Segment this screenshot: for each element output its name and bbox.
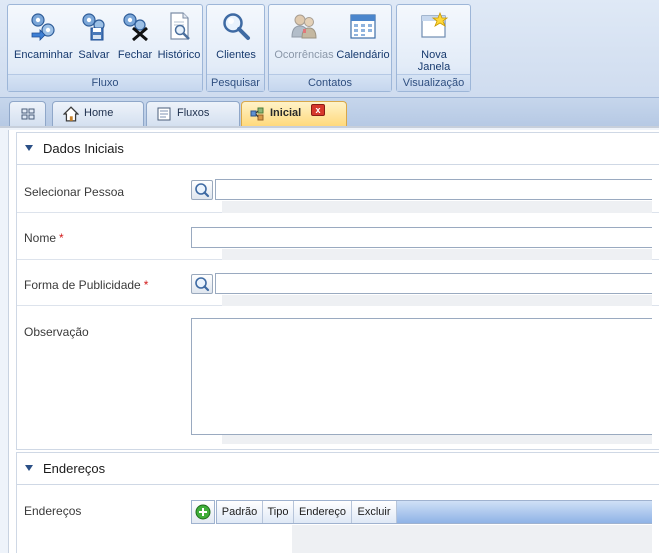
tab-home-label: Home	[84, 107, 114, 119]
ribbon-group-visualizacao: Nova Janela Visualização	[396, 4, 471, 92]
tab-grid[interactable]	[9, 101, 46, 126]
panel-header-dados-iniciais[interactable]: Dados Iniciais	[17, 133, 659, 165]
ocorrencias-label: Ocorrências	[274, 49, 334, 61]
field-label-pessoa: Selecionar Pessoa	[24, 185, 125, 199]
pessoa-lookup-button[interactable]	[191, 180, 213, 200]
field-row-publicidade: Forma de Publicidade *	[17, 260, 659, 306]
salvar-button[interactable]: Salvar	[74, 9, 114, 73]
fechar-button[interactable]: Fechar	[114, 9, 156, 73]
ribbon-group-label-pesquisar: Pesquisar	[207, 74, 264, 91]
grid-header-filler	[397, 501, 652, 523]
collapse-arrow-icon[interactable]	[25, 465, 33, 471]
flow-icon	[250, 107, 264, 121]
required-marker: *	[59, 231, 64, 245]
tab-fluxos[interactable]: Fluxos	[146, 101, 240, 126]
tab-strip: Home Fluxos Inicial x	[0, 98, 659, 128]
form-content: Dados Iniciais Selecionar Pessoa Nome*	[8, 130, 659, 553]
clientes-label: Clientes	[216, 49, 256, 61]
enderecos-grid-shade	[292, 525, 652, 553]
form-icon	[157, 107, 171, 121]
calendario-label: Calendário	[336, 49, 390, 61]
ribbon-group-label-contatos: Contatos	[269, 74, 391, 91]
panel-enderecos: Endereços Endereços Padrão Tipo Endereço…	[16, 452, 659, 553]
field-row-enderecos: Endereços Padrão Tipo Endereço Excluir	[17, 486, 659, 553]
required-marker: *	[143, 278, 149, 292]
nova-janela-label-line2: Janela	[417, 61, 451, 73]
enderecos-grid-header: Padrão Tipo Endereço Excluir	[216, 500, 652, 524]
publicidade-label-text: Forma de Publicidade	[24, 278, 141, 292]
home-icon	[63, 106, 79, 122]
publicidade-input-shade	[222, 295, 652, 306]
ribbon-group-contatos: Ocorrências Calendário Contatos	[268, 4, 392, 92]
field-row-pessoa: Selecionar Pessoa	[17, 166, 659, 213]
ribbon-group-label-visualizacao: Visualização	[397, 74, 470, 91]
ocorrencias-button[interactable]: Ocorrências	[273, 9, 335, 73]
pessoa-input-shade	[222, 201, 652, 213]
column-header-padrao[interactable]: Padrão	[217, 501, 263, 523]
encaminhar-button[interactable]: Encaminhar	[14, 9, 73, 73]
tab-inicial[interactable]: Inicial x	[241, 101, 347, 126]
nova-janela-button[interactable]: Nova Janela	[405, 9, 463, 73]
panel-title-enderecos: Endereços	[43, 461, 106, 476]
publicidade-lookup-button[interactable]	[191, 274, 213, 294]
field-label-nome: Nome *	[24, 231, 64, 245]
column-header-endereco[interactable]: Endereço	[294, 501, 352, 523]
publicidade-input[interactable]	[215, 273, 652, 294]
ribbon-group-label-fluxo: Fluxo	[8, 74, 202, 91]
ribbon-group-pesquisar: Clientes Pesquisar	[206, 4, 265, 92]
collapse-arrow-icon[interactable]	[25, 145, 33, 151]
tab-home[interactable]: Home	[52, 101, 144, 126]
nova-janela-label-line1: Nova	[421, 49, 447, 61]
pessoa-input[interactable]	[215, 179, 652, 200]
fechar-label: Fechar	[117, 49, 153, 61]
magnifier-icon	[195, 277, 210, 292]
clientes-button[interactable]: Clientes	[211, 9, 261, 73]
salvar-label: Salvar	[78, 49, 110, 61]
magnifier-icon	[223, 13, 250, 40]
field-label-enderecos: Endereços	[24, 504, 82, 518]
field-label-observacao: Observação	[24, 325, 89, 339]
grid-icon	[21, 108, 35, 120]
nome-input-shade	[222, 249, 652, 260]
history-document-icon	[170, 12, 190, 40]
encaminhar-label: Encaminhar	[14, 49, 73, 61]
field-row-observacao: Observação	[17, 306, 659, 450]
field-row-nome: Nome *	[17, 213, 659, 260]
panel-dados-iniciais: Dados Iniciais Selecionar Pessoa Nome*	[16, 132, 659, 450]
forward-gears-icon	[31, 13, 55, 41]
ribbon-group-fluxo: Encaminhar Salvar Fechar Histórico Fluxo	[7, 4, 203, 92]
close-icon: x	[315, 105, 321, 115]
observacao-textarea[interactable]	[191, 318, 652, 435]
tab-close-button[interactable]: x	[311, 104, 325, 116]
close-gears-icon	[123, 13, 148, 41]
nome-input[interactable]	[191, 227, 652, 248]
column-header-excluir[interactable]: Excluir	[352, 501, 397, 523]
people-icon	[291, 14, 317, 39]
observacao-shade	[222, 435, 652, 444]
panel-title-dados-iniciais: Dados Iniciais	[43, 141, 124, 156]
ribbon-toolbar: Encaminhar Salvar Fechar Histórico Fluxo…	[0, 0, 659, 98]
panel-header-enderecos[interactable]: Endereços	[17, 453, 659, 485]
column-header-tipo[interactable]: Tipo	[263, 501, 294, 523]
nome-label-text: Nome	[24, 231, 57, 245]
add-address-button[interactable]	[191, 500, 215, 524]
field-label-publicidade: Forma de Publicidade *	[24, 278, 148, 292]
tab-inicial-label: Inicial	[270, 107, 302, 119]
historico-label: Histórico	[157, 49, 201, 61]
add-icon	[195, 504, 211, 520]
calendar-icon	[350, 14, 376, 39]
save-gears-icon	[82, 13, 105, 41]
magnifier-icon	[195, 183, 210, 198]
tab-fluxos-label: Fluxos	[177, 107, 210, 119]
historico-button[interactable]: Histórico	[156, 9, 202, 73]
new-window-icon	[421, 11, 449, 38]
calendario-button[interactable]: Calendário	[335, 9, 391, 73]
